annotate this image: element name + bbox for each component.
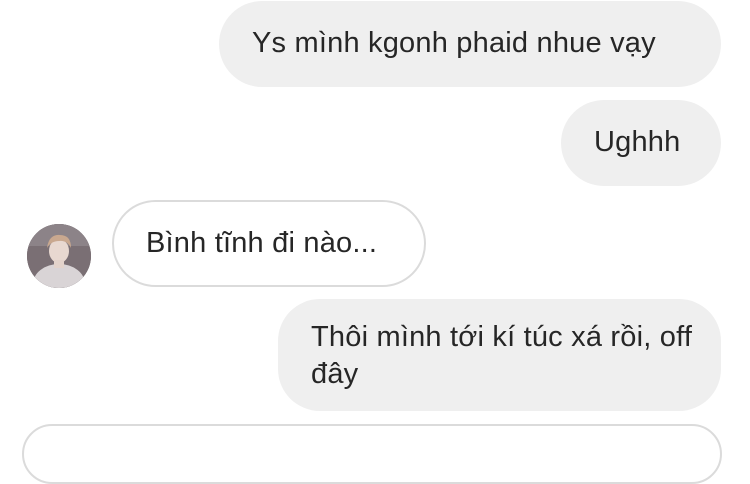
outgoing-message-bubble[interactable]: Ughhh [561,100,721,186]
outgoing-message-bubble[interactable]: Ys mình kgonh phaid nhue vạy [219,1,721,87]
message-text: Ys mình kgonh phaid nhue vạy [252,27,656,59]
message-composer[interactable] [22,424,722,484]
message-text: Bình tĩnh đi nào... [146,227,378,259]
avatar-photo [27,224,91,288]
message-text: Ughhh [594,126,681,158]
outgoing-message-bubble[interactable]: Thôi mình tới kí túc xá rồi, off đây [278,299,721,411]
contact-avatar[interactable] [27,224,91,288]
incoming-message-bubble[interactable]: Bình tĩnh đi nào... [112,200,426,287]
message-text: Thôi mình tới kí túc xá rồi, off đây [311,321,693,390]
